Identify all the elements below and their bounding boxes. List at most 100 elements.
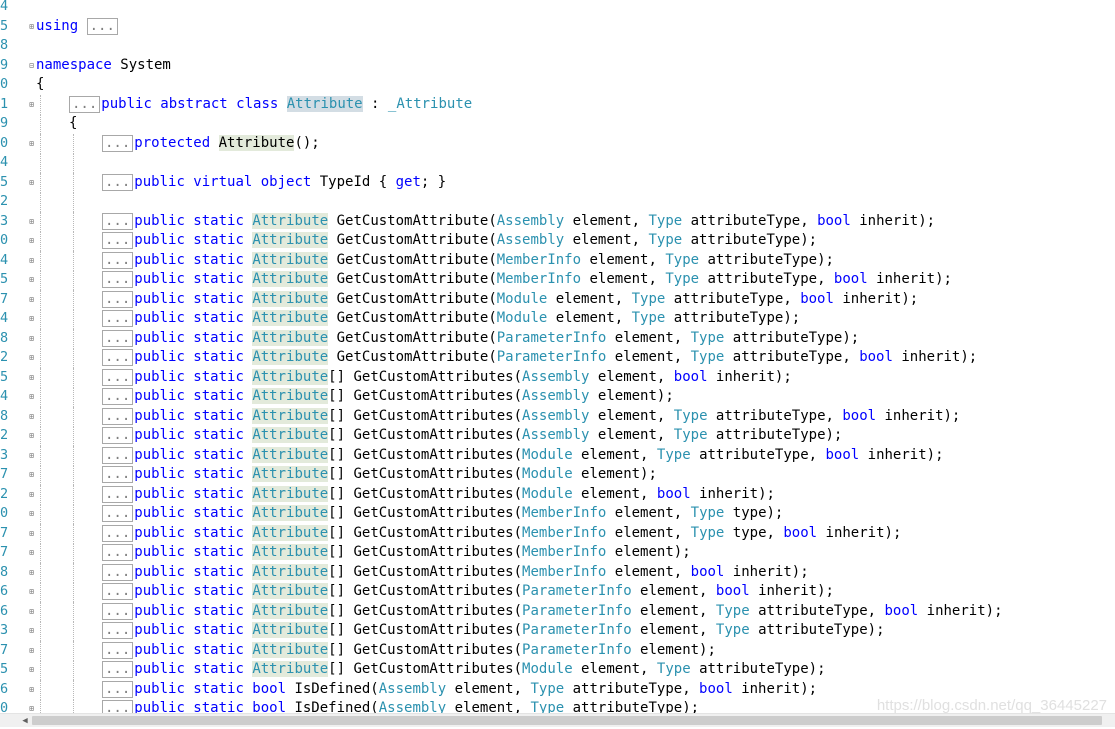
collapsed-region-box[interactable]: ... xyxy=(102,505,134,522)
collapsed-region-box[interactable]: ... xyxy=(102,271,134,288)
collapsed-region-box[interactable]: ... xyxy=(102,622,134,639)
code-line[interactable]: 9{ xyxy=(0,114,1115,134)
collapsed-region-box[interactable]: ... xyxy=(102,407,134,425)
collapsed-region-box[interactable]: ... xyxy=(102,388,134,405)
code-line[interactable]: 1 ⊞... public abstract class Attribute : _… xyxy=(0,94,1115,115)
code-line[interactable]: 5 ⊞ using ... xyxy=(0,17,1115,37)
plus-box-icon[interactable]: ⊞ xyxy=(28,139,35,147)
collapsed-region-box[interactable]: ... xyxy=(69,95,101,113)
collapsed-region-box[interactable]: ... xyxy=(102,583,134,600)
code-line[interactable]: 7 ⊞... public static Attribute GetCustomAt… xyxy=(0,289,1115,310)
plus-box-icon[interactable]: ⊞ xyxy=(28,627,35,635)
code-line[interactable]: 0 ⊞... public static Attribute GetCustomAt… xyxy=(0,231,1115,251)
plus-box-icon[interactable]: ⊞ xyxy=(28,607,35,615)
code-line[interactable]: 6 ⊞... public static Attribute[] GetCustom… xyxy=(0,582,1115,602)
code-line[interactable]: 3 ⊞... public static Attribute GetCustomAt… xyxy=(0,211,1115,232)
plus-box-icon[interactable]: ⊞ xyxy=(28,217,35,225)
code-line[interactable]: 0 ⊞... public static Attribute[] GetCustom… xyxy=(0,504,1115,524)
plus-box-icon[interactable]: ⊞ xyxy=(28,276,35,284)
code-line[interactable]: 6 ⊞... public static Attribute[] GetCustom… xyxy=(0,601,1115,622)
plus-box-icon[interactable]: ⊞ xyxy=(28,256,35,264)
collapsed-region-box[interactable]: ... xyxy=(102,212,134,230)
code-line[interactable]: 7 ⊞... public static Attribute[] GetCustom… xyxy=(0,465,1115,485)
plus-box-icon[interactable]: ⊞ xyxy=(28,471,35,479)
collapsed-region-box[interactable]: ... xyxy=(102,485,134,503)
plus-box-icon[interactable]: ⊞ xyxy=(28,178,35,186)
collapsed-region-box[interactable]: ... xyxy=(102,641,134,659)
plus-box-icon[interactable]: ⊞ xyxy=(28,666,35,674)
code-line[interactable]: 8 ⊞... public static Attribute[] GetCustom… xyxy=(0,562,1115,583)
code-line[interactable]: 4 ⊞... public static Attribute[] GetCustom… xyxy=(0,387,1115,407)
plus-box-icon[interactable]: ⊞ xyxy=(28,588,35,596)
code-line[interactable]: 8 ⊞... public static Attribute[] GetCustom… xyxy=(0,406,1115,427)
plus-box-icon[interactable]: ⊞ xyxy=(28,646,35,654)
collapsed-region-box[interactable]: ... xyxy=(102,173,134,191)
plus-box-icon[interactable]: ⊞ xyxy=(28,334,35,342)
code-line[interactable]: 0{ xyxy=(0,75,1115,95)
collapsed-region-box[interactable]: ... xyxy=(102,602,134,620)
minus-box-icon[interactable]: ⊟ xyxy=(28,61,35,69)
code-line[interactable]: 3 ⊞... public static Attribute[] GetCustom… xyxy=(0,445,1115,466)
plus-box-icon[interactable]: ⊞ xyxy=(28,510,35,518)
code-line[interactable]: 4 ⊞... public static Attribute GetCustomAt… xyxy=(0,309,1115,329)
collapsed-region-box[interactable]: ... xyxy=(102,290,134,308)
code-line[interactable]: 8 ⊞... public static Attribute GetCustomAt… xyxy=(0,328,1115,349)
code-line[interactable]: 2 ⊞... public static Attribute[] GetCustom… xyxy=(0,484,1115,505)
collapsed-region-box[interactable]: ... xyxy=(102,466,134,483)
collapsed-region-box[interactable]: ... xyxy=(102,544,134,561)
collapsed-region-box[interactable]: ... xyxy=(86,17,118,35)
collapsed-region-box[interactable]: ... xyxy=(102,310,134,327)
collapsed-region-box[interactable]: ... xyxy=(102,134,134,152)
code-line[interactable]: 9 ⊟ namespace System xyxy=(0,56,1115,76)
collapsed-region-box[interactable]: ... xyxy=(102,329,134,347)
code-line[interactable]: 0 ⊞... protected Attribute(); xyxy=(0,133,1115,154)
collapsed-region-box[interactable]: ... xyxy=(102,349,134,366)
arrow-left-icon[interactable]: ◀ xyxy=(20,715,30,727)
collapsed-region-box[interactable]: ... xyxy=(102,368,134,386)
code-line[interactable]: 7 ⊞... public static Attribute[] GetCustom… xyxy=(0,640,1115,661)
collapsed-region-box[interactable]: ... xyxy=(102,251,134,269)
code-line[interactable]: 4 xyxy=(0,0,1115,17)
plus-box-icon[interactable]: ⊞ xyxy=(28,685,35,693)
plus-box-icon[interactable]: ⊞ xyxy=(28,529,35,537)
collapsed-region-box[interactable]: ... xyxy=(102,563,134,581)
code-line[interactable]: 5 ⊞... public static Attribute[] GetCustom… xyxy=(0,660,1115,680)
code-line[interactable]: 5 ⊞... public static Attribute[] GetCustom… xyxy=(0,367,1115,388)
code-editor[interactable]: 4 5 ⊞ using ... 8 9 ⊟ namespace System 0{1 ⊞... pu… xyxy=(0,0,1115,713)
plus-box-icon[interactable]: ⊞ xyxy=(28,315,35,323)
plus-box-icon[interactable]: ⊞ xyxy=(28,568,35,576)
plus-box-icon[interactable]: ⊞ xyxy=(28,22,35,30)
code-line[interactable]: 8 xyxy=(0,36,1115,56)
code-line[interactable]: 2 ⊞... public static Attribute GetCustomAt… xyxy=(0,348,1115,368)
code-line[interactable]: 4 xyxy=(0,153,1115,173)
plus-box-icon[interactable]: ⊞ xyxy=(28,393,35,401)
collapsed-region-box[interactable]: ... xyxy=(102,427,134,444)
code-line[interactable]: 4 ⊞... public static Attribute GetCustomAt… xyxy=(0,250,1115,271)
code-line[interactable]: 7 ⊞... public static Attribute[] GetCustom… xyxy=(0,523,1115,544)
collapsed-region-box[interactable]: ... xyxy=(102,232,134,249)
plus-box-icon[interactable]: ⊞ xyxy=(28,373,35,381)
plus-box-icon[interactable]: ⊞ xyxy=(28,490,35,498)
code-line[interactable]: 2 xyxy=(0,192,1115,212)
plus-box-icon[interactable]: ⊞ xyxy=(28,295,35,303)
plus-box-icon[interactable]: ⊞ xyxy=(28,237,35,245)
horizontal-scrollbar[interactable]: ◀ xyxy=(0,713,1115,727)
plus-box-icon[interactable]: ⊞ xyxy=(28,432,35,440)
scrollbar-thumb[interactable] xyxy=(32,716,1102,725)
code-line[interactable]: 2 ⊞... public static Attribute[] GetCustom… xyxy=(0,426,1115,446)
code-line[interactable]: 5 ⊞... public static Attribute GetCustomAt… xyxy=(0,270,1115,290)
code-line[interactable]: 3 ⊞... public static Attribute[] GetCustom… xyxy=(0,621,1115,641)
collapsed-region-box[interactable]: ... xyxy=(102,446,134,464)
plus-box-icon[interactable]: ⊞ xyxy=(28,412,35,420)
code-line[interactable]: 5 ⊞... public virtual object TypeId { get;… xyxy=(0,172,1115,193)
plus-box-icon[interactable]: ⊞ xyxy=(28,549,35,557)
collapsed-region-box[interactable]: ... xyxy=(102,700,134,713)
plus-box-icon[interactable]: ⊞ xyxy=(28,354,35,362)
collapsed-region-box[interactable]: ... xyxy=(102,680,134,698)
collapsed-region-box[interactable]: ... xyxy=(102,661,134,678)
code-line[interactable]: 7 ⊞... public static Attribute[] GetCustom… xyxy=(0,543,1115,563)
plus-box-icon[interactable]: ⊞ xyxy=(28,451,35,459)
collapsed-region-box[interactable]: ... xyxy=(102,524,134,542)
plus-box-icon[interactable]: ⊞ xyxy=(28,705,35,713)
plus-box-icon[interactable]: ⊞ xyxy=(28,100,35,108)
